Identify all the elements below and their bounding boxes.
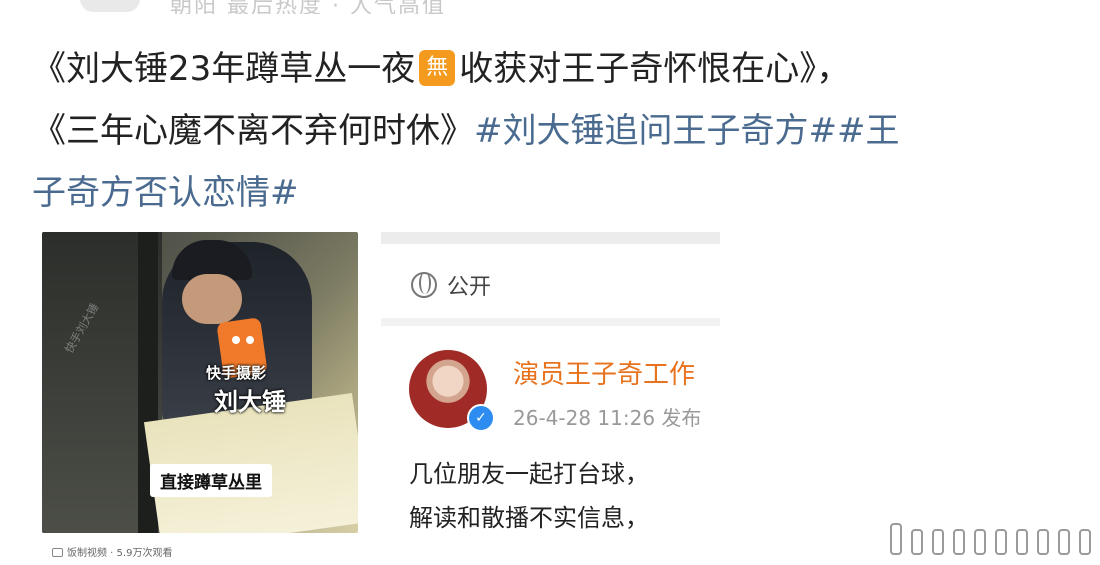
bar [932, 529, 944, 555]
post-line-3: 子奇方否认恋情# [32, 162, 1082, 224]
statement-line-2: 解读和散播不实信息， [409, 504, 649, 532]
video-caption-name: 刘大锤 [214, 388, 286, 416]
bar [911, 529, 923, 555]
video-views: 5.9万次观看 [116, 548, 173, 559]
face [182, 274, 242, 324]
post-text-segment: 《三年心魔不离不弃何时休》 [32, 111, 474, 151]
video-subtitle: 直接蹲草丛里 [150, 464, 272, 497]
screenshot-image[interactable]: 公开 ✓ 演员王子奇工作 26-4-28 11:26 发布 几位朋友一起打台球，… [381, 232, 720, 533]
mascot-eye [232, 336, 240, 344]
account-name: 演员王子奇工作 [513, 360, 696, 390]
post-timestamp: 26-4-28 11:26 发布 [513, 406, 702, 430]
globe-icon [411, 272, 437, 298]
post-text-segment: 《刘大锤23年蹲草丛一夜 [32, 49, 416, 89]
statement-line-1: 几位朋友一起打台球， [409, 460, 649, 488]
video-source: 饭制视频 [67, 548, 107, 559]
bar [890, 523, 902, 555]
verified-badge-icon: ✓ [467, 404, 495, 432]
screenshot-top-bar [381, 232, 720, 244]
visibility-text: 公开 [447, 275, 492, 300]
bar [1037, 529, 1049, 555]
bar [1016, 529, 1028, 555]
video-thumbnail[interactable]: 快手刘大锤 快手摄影 刘大锤 直接蹲草丛里 [42, 232, 358, 533]
top-strip: 朝阳 最后热度 · 人气高值 [0, 0, 1100, 14]
visibility-label: 公开 [411, 269, 491, 301]
bar [953, 529, 965, 555]
header-text-cutoff: 朝阳 最后热度 · 人气高值 [170, 0, 446, 14]
bar [1058, 529, 1070, 555]
hashtag-link[interactable]: #刘大锤追问王子奇方##王 [474, 111, 899, 151]
post-text-segment: 收获对王子奇怀恨在心》， [459, 49, 851, 89]
header-avatar-cutoff [80, 0, 140, 12]
post-line-1: 《刘大锤23年蹲草丛一夜無收获对王子奇怀恨在心》， [32, 38, 1082, 100]
video-caption-small: 快手摄影 [206, 364, 267, 382]
bar [995, 529, 1007, 555]
post-text: 《刘大锤23年蹲草丛一夜無收获对王子奇怀恨在心》， 《三年心魔不离不弃何时休》#… [32, 38, 1082, 224]
bar [974, 529, 986, 555]
post-line-2: 《三年心魔不离不弃何时休》#刘大锤追问王子奇方##王 [32, 100, 1082, 162]
video-meta: 饭制视频 · 5.9万次观看 [52, 544, 172, 559]
hashtag-link[interactable]: 子奇方否认恋情# [32, 173, 299, 213]
bar [1079, 529, 1091, 555]
divider [381, 318, 720, 326]
video-play-icon [52, 548, 63, 557]
action-bars-icon [890, 523, 1100, 555]
mascot-eye [246, 336, 254, 344]
wu-emoji-icon: 無 [419, 50, 456, 86]
